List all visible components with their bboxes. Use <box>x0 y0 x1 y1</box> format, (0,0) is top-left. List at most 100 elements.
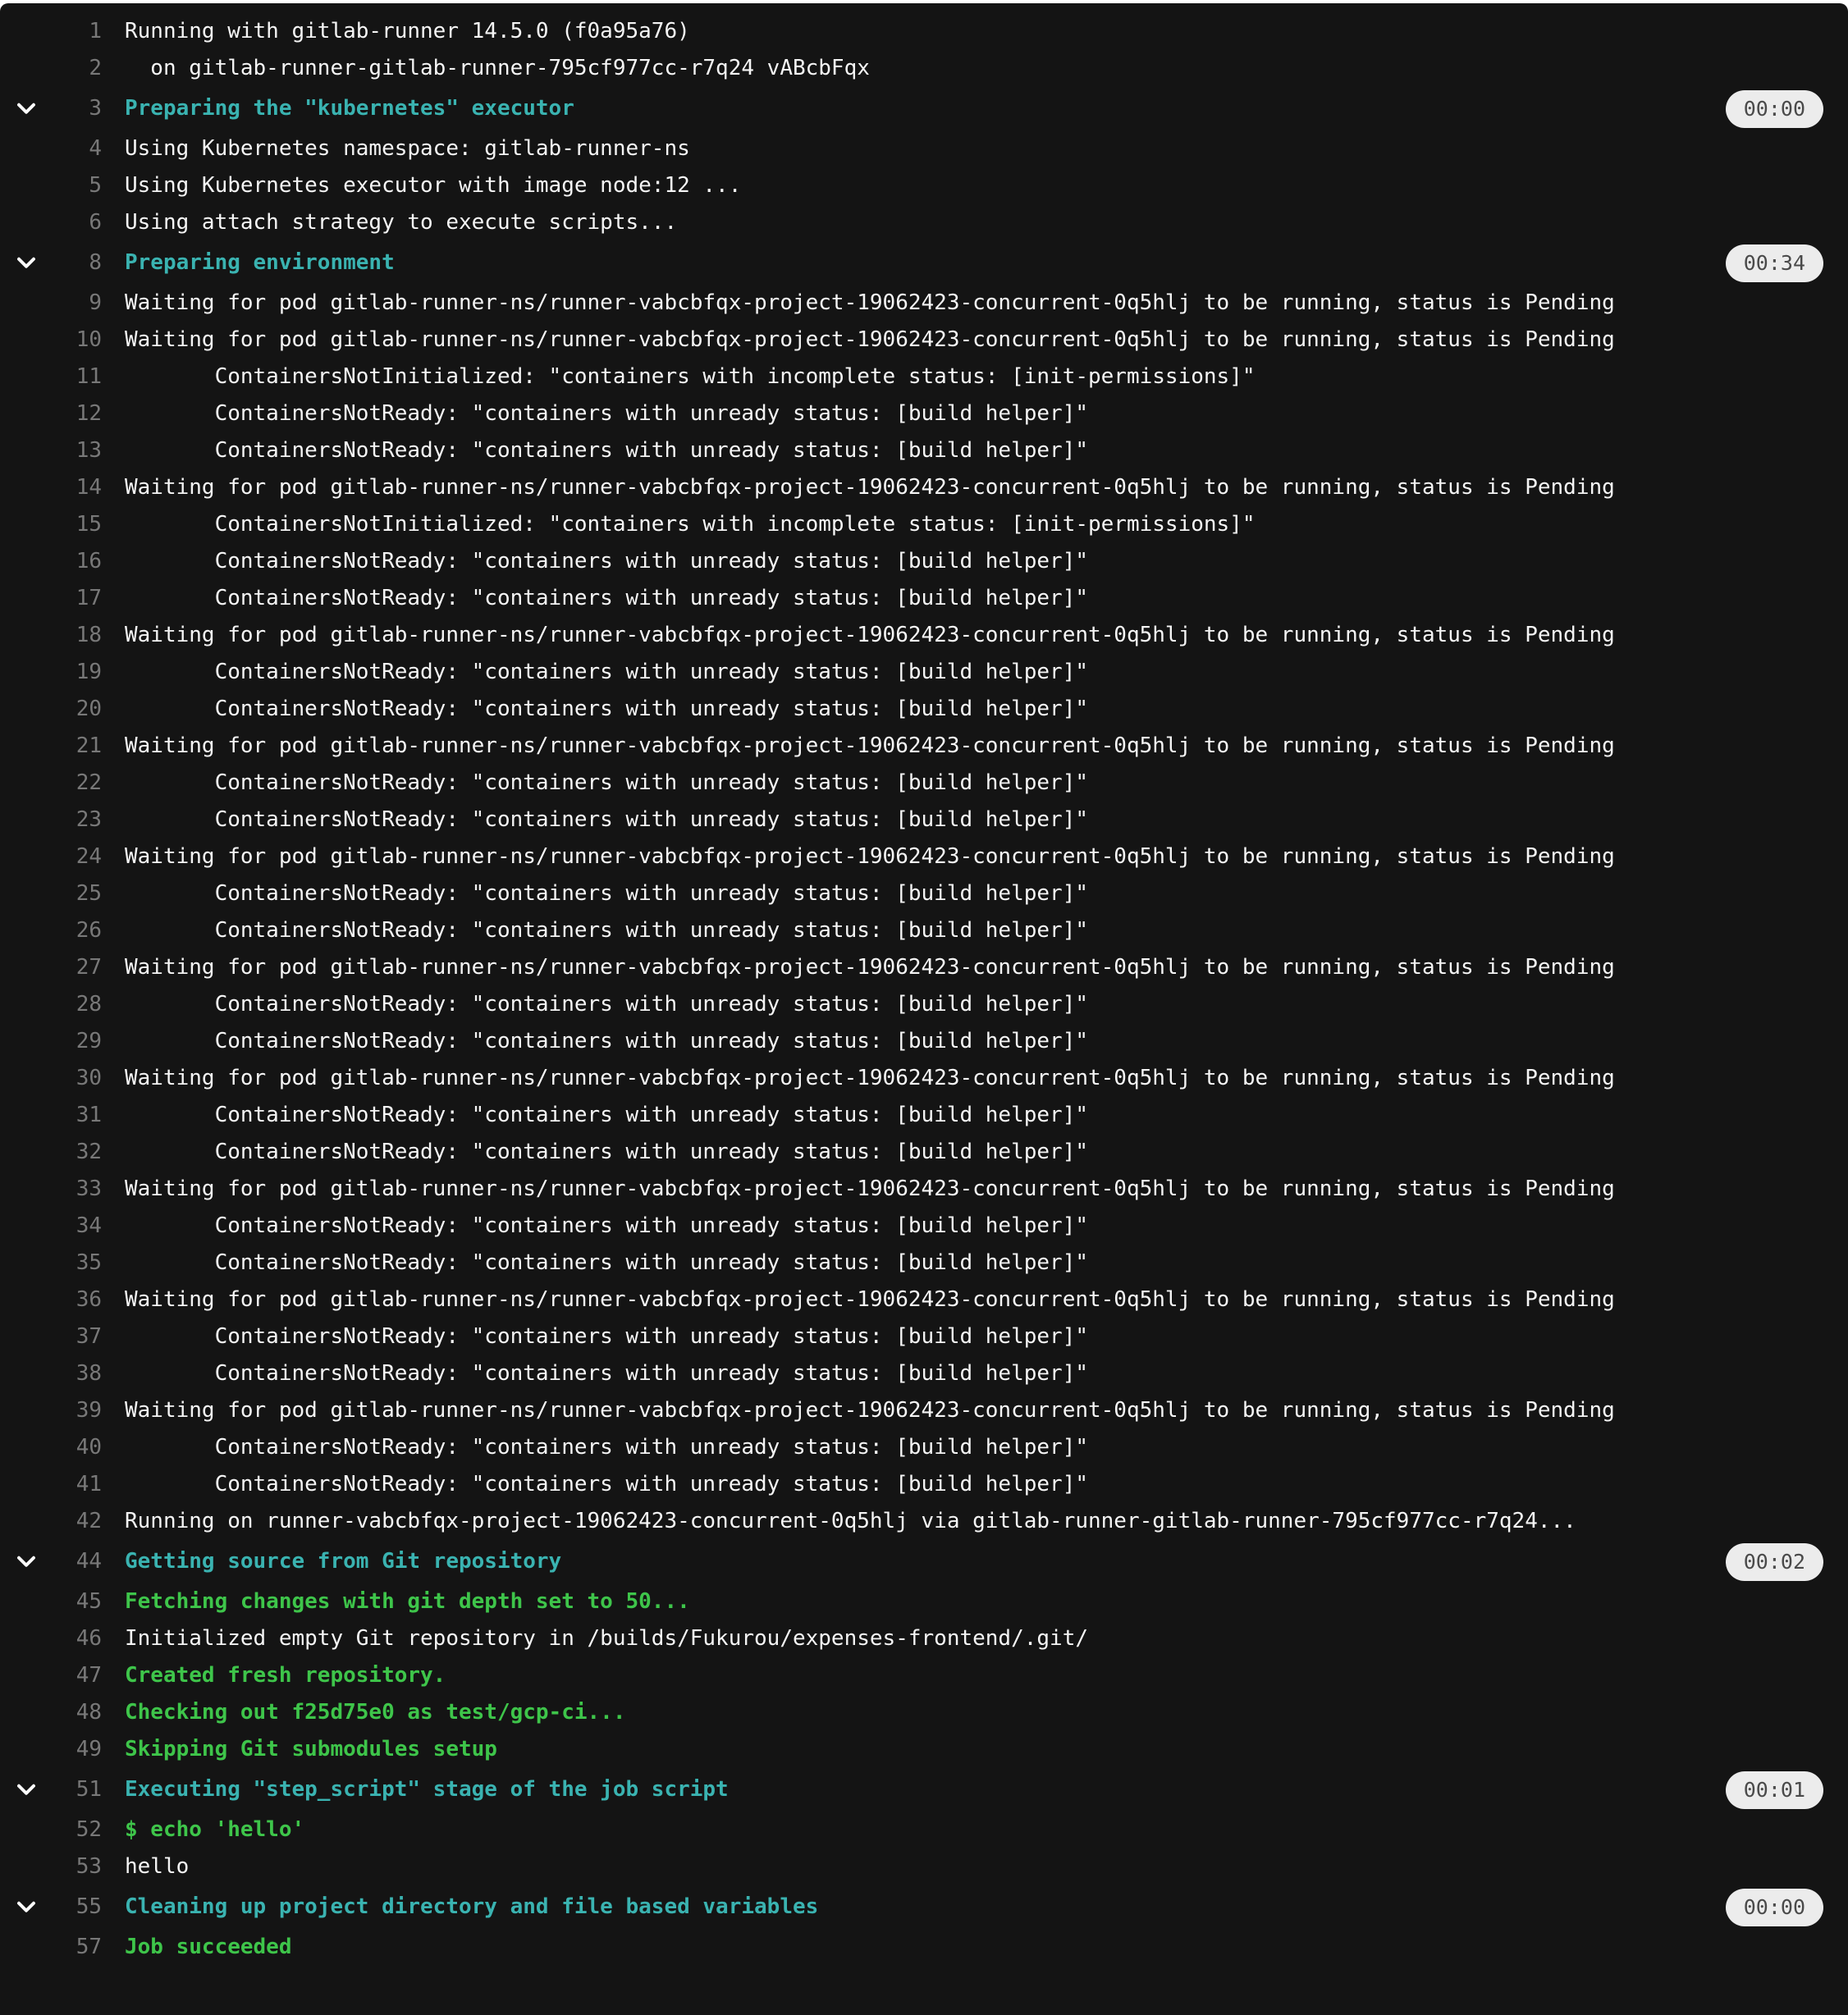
log-line-text: ContainersNotReady: "containers with unr… <box>125 1023 1088 1060</box>
chevron-down-icon[interactable] <box>0 1895 53 1920</box>
log-line: 10Waiting for pod gitlab-runner-ns/runne… <box>0 322 1848 359</box>
line-number[interactable]: 52 <box>53 1812 102 1848</box>
log-line-text: Job succeeded <box>125 1929 292 1966</box>
log-line-text: Using Kubernetes namespace: gitlab-runne… <box>125 130 690 167</box>
line-number[interactable]: 44 <box>53 1543 102 1580</box>
log-line: 11 ContainersNotInitialized: "containers… <box>0 359 1848 395</box>
log-line-text: Waiting for pod gitlab-runner-ns/runner-… <box>125 728 1615 765</box>
log-line-text: Waiting for pod gitlab-runner-ns/runner-… <box>125 469 1615 506</box>
log-line: 17 ContainersNotReady: "containers with … <box>0 580 1848 617</box>
line-number[interactable]: 5 <box>53 167 102 204</box>
log-line-text: ContainersNotInitialized: "containers wi… <box>125 506 1256 543</box>
line-number[interactable]: 12 <box>53 395 102 432</box>
line-number[interactable]: 34 <box>53 1208 102 1245</box>
log-line: 57 Job succeeded <box>0 1929 1848 1966</box>
line-number[interactable]: 32 <box>53 1134 102 1171</box>
section-header-row: 51 Executing "step_script" stage of the j… <box>0 1771 1848 1808</box>
line-number[interactable]: 24 <box>53 838 102 875</box>
line-number[interactable]: 18 <box>53 617 102 654</box>
log-line: 53hello <box>0 1848 1848 1885</box>
line-number[interactable]: 29 <box>53 1023 102 1060</box>
line-number[interactable]: 4 <box>53 130 102 167</box>
line-number[interactable]: 19 <box>53 654 102 691</box>
line-number[interactable]: 9 <box>53 285 102 322</box>
line-number[interactable]: 37 <box>53 1318 102 1355</box>
log-line-text: ContainersNotReady: "containers with unr… <box>125 765 1088 802</box>
line-number[interactable]: 51 <box>53 1771 102 1808</box>
line-number[interactable]: 16 <box>53 543 102 580</box>
log-line: 16 ContainersNotReady: "containers with … <box>0 543 1848 580</box>
line-number[interactable]: 39 <box>53 1392 102 1429</box>
log-line-text: ContainersNotReady: "containers with unr… <box>125 1429 1088 1466</box>
line-number[interactable]: 21 <box>53 728 102 765</box>
log-line-text: ContainersNotReady: "containers with unr… <box>125 691 1088 728</box>
line-number[interactable]: 8 <box>53 244 102 281</box>
line-number[interactable]: 53 <box>53 1848 102 1885</box>
chevron-down-icon[interactable] <box>0 1778 53 1803</box>
line-number[interactable]: 30 <box>53 1060 102 1097</box>
line-number[interactable]: 20 <box>53 691 102 728</box>
log-line: 21 Waiting for pod gitlab-runner-ns/runne… <box>0 728 1848 765</box>
line-number[interactable]: 42 <box>53 1503 102 1540</box>
line-number[interactable]: 55 <box>53 1889 102 1926</box>
log-line: 30Waiting for pod gitlab-runner-ns/runne… <box>0 1060 1848 1097</box>
line-number[interactable]: 47 <box>53 1657 102 1694</box>
section-duration-badge: 00:00 <box>1726 1889 1823 1926</box>
log-line-text: ContainersNotReady: "containers with unr… <box>125 432 1088 469</box>
section-header-row: 3Preparing the "kubernetes" executor00:0… <box>0 90 1848 127</box>
line-number[interactable]: 27 <box>53 949 102 986</box>
section-header-row: 55 Cleaning up project directory and file… <box>0 1889 1848 1926</box>
section-header-row: 8Preparing environment00:34 <box>0 244 1848 281</box>
line-number[interactable]: 33 <box>53 1171 102 1208</box>
log-line: 46 Initialized empty Git repository in /b… <box>0 1620 1848 1657</box>
log-line-text: ContainersNotReady: "containers with unr… <box>125 580 1088 617</box>
chevron-down-icon[interactable] <box>0 251 53 276</box>
log-line-text: ContainersNotReady: "containers with unr… <box>125 395 1088 432</box>
line-number[interactable]: 45 <box>53 1583 102 1620</box>
line-number[interactable]: 1 <box>53 13 102 50</box>
line-number[interactable]: 14 <box>53 469 102 506</box>
chevron-down-icon[interactable] <box>0 97 53 121</box>
section-header-label[interactable]: Executing "step_script" stage of the job… <box>125 1771 729 1808</box>
log-line: 47Created fresh repository. <box>0 1657 1848 1694</box>
log-line: 14 Waiting for pod gitlab-runner-ns/runne… <box>0 469 1848 506</box>
section-header-label[interactable]: Getting source from Git repository <box>125 1543 561 1580</box>
line-number[interactable]: 25 <box>53 875 102 912</box>
log-line: 19 ContainersNotReady: "containers with … <box>0 654 1848 691</box>
line-number[interactable]: 23 <box>53 802 102 838</box>
section-header-label[interactable]: Preparing environment <box>125 244 395 281</box>
line-number[interactable]: 31 <box>53 1097 102 1134</box>
line-number[interactable]: 6 <box>53 204 102 241</box>
line-number[interactable]: 38 <box>53 1355 102 1392</box>
line-number[interactable]: 13 <box>53 432 102 469</box>
line-number[interactable]: 26 <box>53 912 102 949</box>
line-number[interactable]: 2 <box>53 50 102 87</box>
line-number[interactable]: 22 <box>53 765 102 802</box>
line-number[interactable]: 46 <box>53 1620 102 1657</box>
section-header-label[interactable]: Cleaning up project directory and file b… <box>125 1889 818 1926</box>
line-number[interactable]: 35 <box>53 1245 102 1282</box>
line-number[interactable]: 3 <box>53 90 102 127</box>
log-line-text: Waiting for pod gitlab-runner-ns/runner-… <box>125 949 1615 986</box>
line-number[interactable]: 48 <box>53 1694 102 1731</box>
line-number[interactable]: 17 <box>53 580 102 617</box>
line-number[interactable]: 28 <box>53 986 102 1023</box>
log-line-text: on gitlab-runner-gitlab-runner-795cf977c… <box>125 50 870 87</box>
log-line: 23 ContainersNotReady: "containers with … <box>0 802 1848 838</box>
line-number[interactable]: 49 <box>53 1731 102 1768</box>
line-number[interactable]: 11 <box>53 359 102 395</box>
line-number[interactable]: 36 <box>53 1282 102 1318</box>
line-number[interactable]: 57 <box>53 1929 102 1966</box>
chevron-down-icon[interactable] <box>0 1550 53 1574</box>
line-number[interactable]: 40 <box>53 1429 102 1466</box>
log-line: 26 ContainersNotReady: "containers with … <box>0 912 1848 949</box>
section-header-row: 44Getting source from Git repository00:0… <box>0 1543 1848 1580</box>
section-header-label[interactable]: Preparing the "kubernetes" executor <box>125 90 574 127</box>
line-number[interactable]: 41 <box>53 1466 102 1503</box>
log-line: 45Fetching changes with git depth set to… <box>0 1583 1848 1620</box>
line-number[interactable]: 15 <box>53 506 102 543</box>
log-line-text: Initialized empty Git repository in /bui… <box>125 1620 1088 1657</box>
log-line: 6Using attach strategy to execute script… <box>0 204 1848 241</box>
line-number[interactable]: 10 <box>53 322 102 359</box>
log-line-text: ContainersNotReady: "containers with unr… <box>125 1208 1088 1245</box>
